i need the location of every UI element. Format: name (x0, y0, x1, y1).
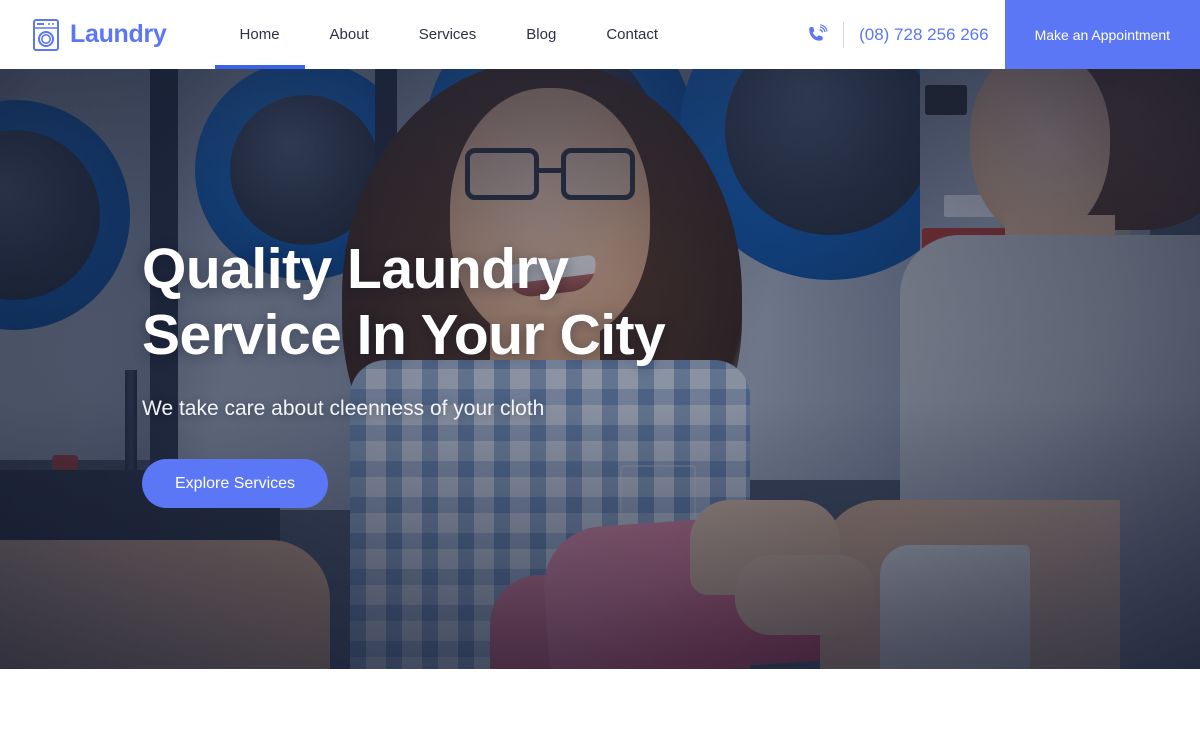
page-body-below-hero (0, 669, 1200, 736)
nav-item-contact[interactable]: Contact (581, 0, 683, 69)
phone-number[interactable]: (08) 728 256 266 (859, 25, 989, 45)
header-right: (08) 728 256 266 Make an Appointment (806, 0, 1200, 69)
brand-name: Laundry (70, 20, 167, 48)
brand-logo[interactable]: Laundry (33, 18, 167, 51)
header-divider (843, 21, 845, 48)
hero-title-line-2: Service In Your City (142, 303, 666, 368)
page-title: Quality Laundry Service In Your City (142, 236, 862, 368)
nav-item-services[interactable]: Services (394, 0, 502, 69)
main-navigation: Home About Services Blog Contact (214, 0, 683, 69)
washing-machine-icon (33, 18, 59, 51)
hero-content: Quality Laundry Service In Your City We … (142, 236, 862, 509)
phone-block[interactable]: (08) 728 256 266 (806, 0, 1005, 69)
make-appointment-button[interactable]: Make an Appointment (1004, 0, 1200, 69)
site-header: Laundry Home About Services Blog Contact… (0, 0, 1200, 69)
hero-section: Quality Laundry Service In Your City We … (0, 0, 1200, 669)
phone-ringing-icon (806, 23, 828, 46)
explore-services-button[interactable]: Explore Services (142, 459, 329, 509)
nav-item-blog[interactable]: Blog (501, 0, 581, 69)
hero-title-line-1: Quality Laundry (142, 237, 569, 301)
nav-item-home[interactable]: Home (214, 0, 305, 69)
nav-item-about[interactable]: About (305, 0, 394, 69)
hero-subtitle: We take care about cleenness of your clo… (142, 397, 545, 421)
